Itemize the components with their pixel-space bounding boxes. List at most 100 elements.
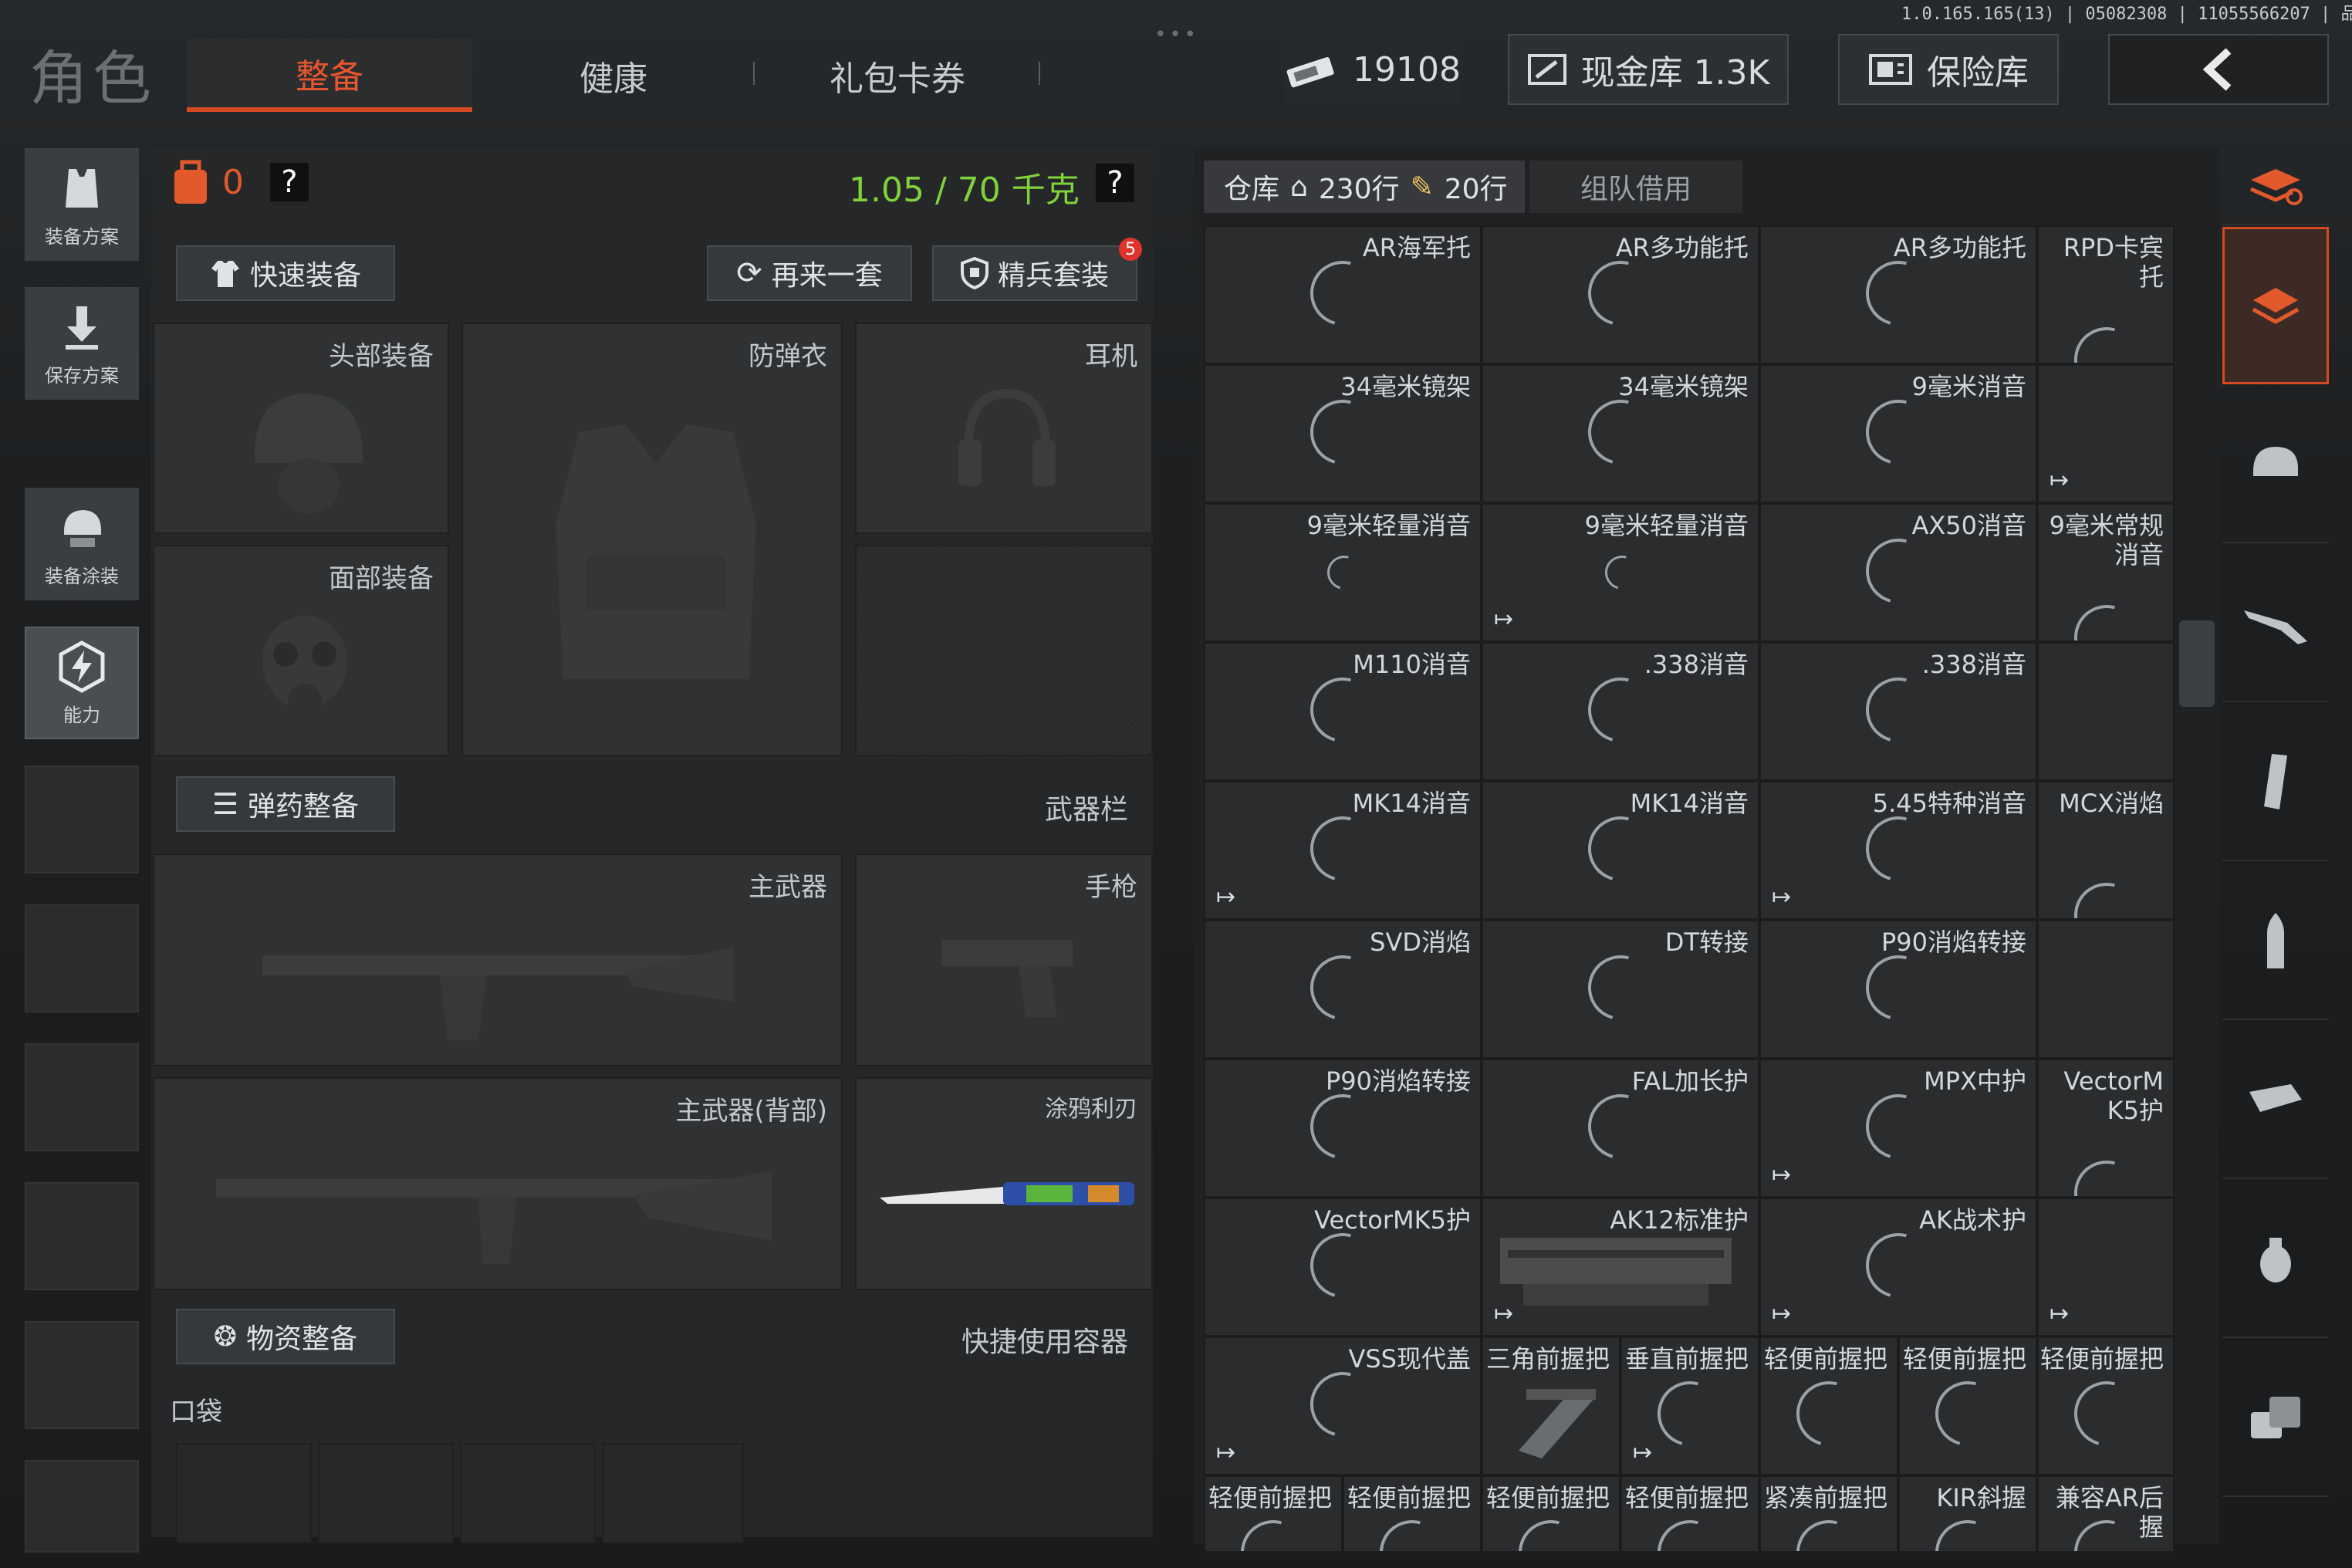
supply-prep-button[interactable]: ❂ 物资整备 <box>176 1309 395 1364</box>
category-magazine[interactable] <box>2222 704 2329 861</box>
warehouse-item[interactable]: AK12标准护 ↦ <box>1482 1198 1759 1337</box>
loading-spinner-icon <box>1598 549 1646 596</box>
backpack-icon <box>174 160 207 204</box>
pocket-slot[interactable] <box>460 1443 596 1543</box>
house-icon: ⌂ <box>1290 171 1308 203</box>
warehouse-item[interactable]: .338消音 <box>1759 642 2037 781</box>
pistol-slot[interactable]: 手枪 <box>855 853 1153 1066</box>
weight-help-icon[interactable]: ? <box>1096 164 1134 202</box>
nav-equipment-skin[interactable]: 装备涂装 <box>25 488 139 600</box>
nav-ability[interactable]: 能力 <box>25 627 139 739</box>
warehouse-item[interactable]: 兼容AR后 握 <box>2037 1475 2175 1553</box>
warehouse-item[interactable]: AR多功能托 <box>1759 225 2037 364</box>
tab-prepare[interactable]: 整备 <box>187 39 472 112</box>
warehouse-item[interactable]: VectorM K5护 <box>2037 1059 2175 1198</box>
nav-label: 装备涂装 <box>45 565 119 587</box>
warehouse-item[interactable]: MCX消焰 <box>2037 781 2175 920</box>
nav-save-plan[interactable]: 保存方案 <box>25 287 139 400</box>
safe-button[interactable]: 保险库 <box>1838 34 2059 105</box>
team-borrow-tab[interactable]: 组队借用 <box>1529 161 1742 213</box>
tab-health[interactable]: 健康 <box>471 39 756 112</box>
warehouse-item[interactable]: P90消焰转接 <box>1759 920 2037 1059</box>
warehouse-item[interactable]: 轻便前握把 <box>1343 1475 1482 1553</box>
elite-set-label: 精兵套装 <box>997 260 1109 292</box>
warehouse-item[interactable]: 34毫米镜架 <box>1482 364 1759 503</box>
warehouse-item[interactable]: AR海军托 <box>1204 225 1482 364</box>
warehouse-item[interactable]: 9毫米消音 <box>1759 364 2037 503</box>
body-armor-slot[interactable]: 防弹衣 <box>461 323 843 756</box>
warehouse-item[interactable]: DT转接 <box>1482 920 1759 1059</box>
melee-slot[interactable]: 涂鸦利刃 <box>855 1077 1153 1290</box>
move-out-icon: ↦ <box>1772 1161 1792 1188</box>
category-all[interactable] <box>2222 227 2329 384</box>
warehouse-item[interactable]: MK14消音 ↦ <box>1204 781 1482 920</box>
face-gear-slot[interactable]: 面部装备 <box>153 545 449 756</box>
warehouse-item[interactable]: 轻便前握把 <box>1204 1475 1343 1553</box>
back-button[interactable] <box>2108 34 2329 105</box>
primary-back-slot[interactable]: 主武器(背部) <box>153 1077 843 1290</box>
nav-empty-slot <box>25 1182 139 1290</box>
warehouse-item[interactable]: KIR斜握 <box>1898 1475 2037 1553</box>
warehouse-item[interactable]: 34毫米镜架 <box>1204 364 1482 503</box>
pocket-slot[interactable] <box>602 1443 744 1543</box>
backpack-count: 0 <box>222 162 244 202</box>
head-gear-slot[interactable]: 头部装备 <box>153 323 449 534</box>
headset-icon <box>958 388 1056 486</box>
nav-empty-slot <box>25 1043 139 1151</box>
warehouse-item[interactable]: .338消音 <box>1482 642 1759 781</box>
move-out-icon: ↦ <box>2050 1300 2070 1327</box>
category-grenade[interactable] <box>2222 1181 2329 1338</box>
equip-again-button[interactable]: ⟳ 再来一套 <box>707 245 912 301</box>
warehouse-item[interactable]: AX50消音 <box>1759 503 2037 642</box>
warehouse-item[interactable]: FAL加长护 <box>1482 1059 1759 1198</box>
warehouse-item[interactable]: SVD消焰 <box>1204 920 1482 1059</box>
category-helmet[interactable] <box>2222 386 2329 543</box>
cash-vault-button[interactable]: 现金库 1.3K <box>1508 34 1789 105</box>
warehouse-item[interactable]: MK14消音 <box>1482 781 1759 920</box>
warehouse-item[interactable]: AK战术护 ↦ <box>1759 1198 2037 1337</box>
warehouse-item[interactable]: 三角前握把 <box>1482 1337 1620 1475</box>
category-medkit[interactable] <box>2222 1340 2329 1497</box>
pocket-slot[interactable] <box>176 1443 312 1543</box>
warehouse-item[interactable]: 9毫米轻量消音 <box>1204 503 1482 642</box>
warehouse-item[interactable]: 轻便前握把 <box>1898 1337 2037 1475</box>
primary-weapon-slot[interactable]: 主武器 <box>153 853 843 1066</box>
scrollbar-thumb[interactable] <box>2179 620 2215 707</box>
equip-again-label: 再来一套 <box>771 260 883 292</box>
category-rifle[interactable] <box>2222 545 2329 702</box>
warehouse-item[interactable]: 9毫米轻量消音 ↦ <box>1482 503 1759 642</box>
warehouse-item[interactable]: AR多功能托 <box>1482 225 1759 364</box>
nav-loadout-plan[interactable]: 装备方案 <box>25 148 139 261</box>
warehouse-item[interactable]: MPX中护 ↦ <box>1759 1059 2037 1198</box>
category-scope[interactable] <box>2222 1022 2329 1179</box>
warehouse-item[interactable]: ↦ <box>2037 364 2175 503</box>
warehouse-item[interactable]: M110消音 <box>1204 642 1482 781</box>
tab-gift-cards[interactable]: 礼包卡券 <box>755 39 1040 112</box>
category-ammo[interactable] <box>2222 863 2329 1020</box>
warehouse-item[interactable] <box>2037 642 2175 781</box>
warehouse-item[interactable] <box>2037 920 2175 1059</box>
warehouse-tab[interactable]: 仓库 ⌂ 230行 ✎ 20行 <box>1204 161 1525 213</box>
warehouse-item[interactable]: 轻便前握把 <box>1759 1337 1898 1475</box>
warehouse-item[interactable]: 轻便前握把 <box>1620 1475 1759 1553</box>
help-icon[interactable]: ? <box>270 163 309 201</box>
warehouse-item[interactable]: ↦ <box>2037 1198 2175 1337</box>
warehouse-item[interactable]: 5.45特种消音 ↦ <box>1759 781 2037 920</box>
ammo-prep-button[interactable]: ☰ 弹药整备 <box>176 776 395 832</box>
earphone-slot[interactable]: 耳机 <box>855 323 1153 534</box>
warehouse-item[interactable]: 垂直前握把 ↦ <box>1620 1337 1759 1475</box>
warehouse-item[interactable]: VSS现代盖 ↦ <box>1204 1337 1482 1475</box>
warehouse-item[interactable]: 轻便前握把 <box>1482 1475 1620 1553</box>
warehouse-item[interactable]: 轻便前握把 <box>2037 1337 2175 1475</box>
quick-equip-button[interactable]: 快速装备 <box>176 245 395 301</box>
warehouse-item[interactable]: P90消焰转接 <box>1204 1059 1482 1198</box>
elite-set-button[interactable]: 精兵套装 <box>932 245 1137 301</box>
warehouse-item[interactable]: 紧凑前握把 <box>1759 1475 1898 1553</box>
warehouse-item[interactable]: VectorMK5护 <box>1204 1198 1482 1337</box>
loading-spinner-icon <box>2062 1148 2151 1196</box>
warehouse-item[interactable]: RPD卡宾 托 <box>2037 225 2175 364</box>
sort-button[interactable] <box>2222 148 2329 225</box>
slot-label: 耳机 <box>1085 341 1137 372</box>
pocket-slot[interactable] <box>318 1443 454 1543</box>
warehouse-item[interactable]: 9毫米常规 消音 <box>2037 503 2175 642</box>
